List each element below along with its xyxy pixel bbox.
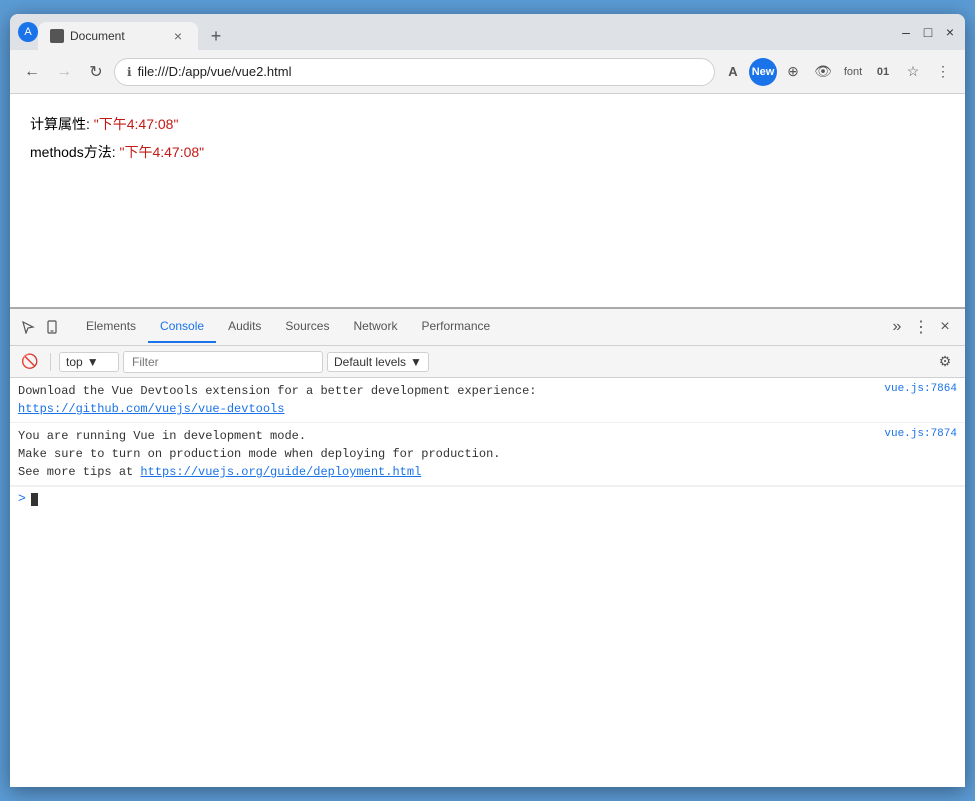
computed-value: "下午4:47:08": [94, 116, 179, 132]
minimize-button[interactable]: –: [899, 25, 913, 39]
address-bar[interactable]: ℹ file:///D:/app/vue/vue2.html: [114, 58, 715, 86]
console-source-1[interactable]: vue.js:7864: [884, 383, 957, 395]
url-text: file:///D:/app/vue/vue2.html: [138, 64, 702, 79]
menu-button[interactable]: ⋮: [929, 58, 957, 86]
levels-selector[interactable]: Default levels ▼: [327, 352, 429, 372]
back-button[interactable]: ←: [18, 58, 46, 86]
devtools-toolbar: 🚫 top ▼ Default levels ▼ ⚙: [10, 346, 965, 378]
maximize-button[interactable]: □: [921, 25, 935, 39]
console-source-2[interactable]: vue.js:7874: [884, 428, 957, 440]
refresh-button[interactable]: ↻: [82, 58, 110, 86]
computed-label: 计算属性:: [30, 116, 94, 132]
console-text-1: Download the Vue Devtools extension for …: [18, 382, 876, 418]
star-button[interactable]: ☆: [899, 58, 927, 86]
translate-icon: A: [728, 64, 737, 79]
extensions-icon: ⊕: [787, 63, 799, 80]
console-message-2: You are running Vue in development mode.…: [10, 423, 965, 486]
clear-console-button[interactable]: 🚫: [18, 350, 42, 374]
back-icon: ←: [24, 63, 40, 81]
extensions-button[interactable]: ⊕: [779, 58, 807, 86]
devtools-cursor-icon[interactable]: [18, 317, 38, 337]
eye-icon: 👁: [814, 63, 832, 80]
translate-button[interactable]: A: [719, 58, 747, 86]
levels-label: Default levels: [334, 355, 406, 369]
browser-window: A Document × + – □ × ← → ↻ ℹ f: [10, 14, 965, 787]
deployment-link[interactable]: https://vuejs.org/guide/deployment.html: [140, 465, 421, 479]
console-input[interactable]: [30, 491, 38, 506]
navbar: ← → ↻ ℹ file:///D:/app/vue/vue2.html A N…: [10, 50, 965, 94]
methods-value: "下午4:47:08": [119, 144, 204, 160]
console-text-2: You are running Vue in development mode.…: [18, 427, 876, 481]
tab-network[interactable]: Network: [341, 311, 409, 343]
new-tab-button[interactable]: +: [202, 22, 230, 50]
methods-label: methods方法:: [30, 144, 119, 160]
context-arrow: ▼: [87, 355, 99, 369]
star-icon: ☆: [907, 63, 920, 80]
tab-performance[interactable]: Performance: [409, 311, 502, 343]
tab-bar: Document × +: [38, 14, 899, 50]
profile-icon[interactable]: A: [18, 22, 38, 42]
window-controls: A: [18, 22, 38, 42]
tab-console[interactable]: Console: [148, 311, 216, 343]
toolbar-divider: [50, 353, 51, 371]
nav-actions: A New ⊕ 👁 font 01 ☆ ⋮: [719, 58, 957, 86]
close-button[interactable]: ×: [943, 25, 957, 39]
forward-icon: →: [56, 63, 72, 81]
no-icon: 🚫: [21, 353, 38, 370]
context-label: top: [66, 355, 83, 369]
context-selector[interactable]: top ▼: [59, 352, 119, 372]
devtools-panel-icons: [18, 317, 62, 337]
console-output: Download the Vue Devtools extension for …: [10, 378, 965, 787]
tab-audits[interactable]: Audits: [216, 311, 273, 343]
console-prompt: >: [18, 491, 26, 506]
devtools-settings-button[interactable]: ⚙: [933, 350, 957, 374]
active-tab[interactable]: Document ×: [38, 22, 198, 50]
filter-input[interactable]: [123, 351, 323, 373]
page-content: 计算属性: "下午4:47:08" methods方法: "下午4:47:08": [10, 94, 965, 307]
devtools-panel: Elements Console Audits Sources Network …: [10, 307, 965, 787]
new-badge: New: [752, 66, 775, 78]
eye-button[interactable]: 👁: [809, 58, 837, 86]
menu-icon: ⋮: [936, 63, 950, 80]
settings-icon: ⚙: [939, 353, 952, 370]
devtools-more-button[interactable]: »: [885, 315, 909, 339]
tab-title: Document: [70, 29, 164, 43]
tab-favicon: [50, 29, 64, 43]
levels-arrow: ▼: [410, 355, 422, 369]
console-message-1: Download the Vue Devtools extension for …: [10, 378, 965, 423]
computed-property-line: 计算属性: "下午4:47:08": [30, 114, 945, 134]
window-action-controls: – □ ×: [899, 25, 957, 39]
devtools-close-button[interactable]: ×: [933, 315, 957, 339]
extensions-new-button[interactable]: New: [749, 58, 777, 86]
devtools-tabbar: Elements Console Audits Sources Network …: [10, 309, 965, 346]
methods-line: methods方法: "下午4:47:08": [30, 142, 945, 162]
devtools-mobile-icon[interactable]: [42, 317, 62, 337]
forward-button[interactable]: →: [50, 58, 78, 86]
tab-close-button[interactable]: ×: [170, 28, 186, 44]
titlebar: A Document × + – □ ×: [10, 14, 965, 50]
info-icon: ℹ: [127, 65, 132, 79]
font-button[interactable]: font: [839, 58, 867, 86]
extra-icon: 01: [877, 66, 889, 78]
refresh-icon: ↻: [89, 62, 102, 82]
tab-elements[interactable]: Elements: [74, 311, 148, 343]
console-input-row[interactable]: >: [10, 486, 965, 510]
tab-sources[interactable]: Sources: [273, 311, 341, 343]
devtools-options-button[interactable]: ⋮: [909, 315, 933, 339]
font-icon: font: [844, 66, 862, 78]
extra-button[interactable]: 01: [869, 58, 897, 86]
vue-devtools-link[interactable]: https://github.com/vuejs/vue-devtools: [18, 402, 284, 416]
